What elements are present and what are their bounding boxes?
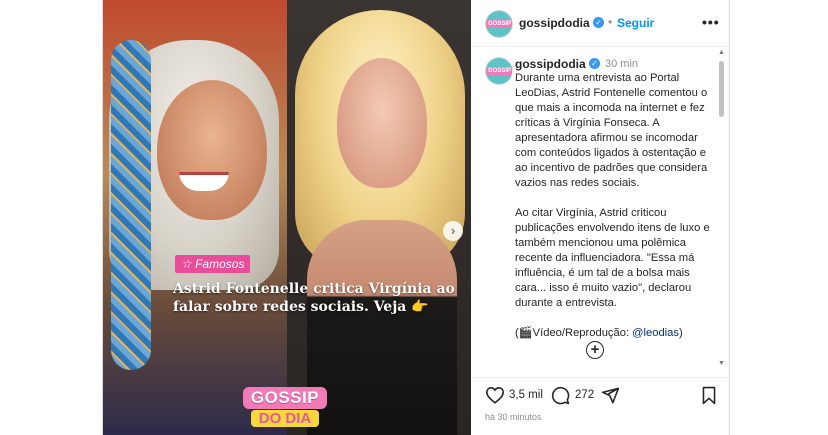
action-bar: 3,5 mil 272 há 30 minutos bbox=[471, 377, 729, 435]
add-comment-icon[interactable]: + bbox=[586, 341, 604, 359]
bookmark-icon[interactable] bbox=[701, 386, 717, 405]
media-headline: Astrid Fontenelle critica Virgínia ao fa… bbox=[173, 281, 455, 315]
mention-link[interactable]: @leodias bbox=[632, 327, 679, 339]
caption-text: Durante uma entrevista ao Portal LeoDias… bbox=[515, 71, 713, 356]
follow-button[interactable]: Seguir bbox=[617, 16, 654, 30]
post-time: 30 min bbox=[605, 58, 639, 70]
photo-astrid bbox=[103, 0, 287, 435]
instagram-post: ☆ Famosos Astrid Fontenelle critica Virg… bbox=[102, 0, 730, 435]
post-side-panel: GOSSIP gossipdodia ✓ • Seguir ••• GOSSIP… bbox=[471, 0, 729, 435]
credit-suffix: ) bbox=[678, 327, 683, 339]
scroll-up-arrow-icon[interactable]: ▲ bbox=[718, 49, 725, 56]
username-link[interactable]: gossipdodia bbox=[519, 16, 590, 30]
photo-virginia bbox=[287, 0, 471, 435]
post-header: GOSSIP gossipdodia ✓ • Seguir ••• bbox=[471, 0, 729, 47]
logo-text-top: GOSSIP bbox=[242, 387, 328, 409]
more-options-icon[interactable]: ••• bbox=[702, 14, 720, 30]
caption-paragraph-1: Durante uma entrevista ao Portal LeoDias… bbox=[515, 72, 708, 189]
face-shape bbox=[157, 80, 267, 220]
posted-time: há 30 minutos bbox=[485, 412, 542, 422]
post-media[interactable]: ☆ Famosos Astrid Fontenelle critica Virg… bbox=[103, 0, 471, 435]
caption-area[interactable]: GOSSIP gossipdodia ✓ 30 min Durante uma … bbox=[471, 47, 729, 377]
category-tag: ☆ Famosos bbox=[175, 255, 251, 273]
next-slide-button[interactable]: › bbox=[443, 221, 463, 241]
avatar[interactable]: GOSSIP bbox=[485, 10, 513, 38]
comment-icon[interactable] bbox=[551, 386, 570, 405]
logo-text-bottom: DO DIA bbox=[250, 410, 320, 427]
caption-username[interactable]: gossipdodia bbox=[515, 57, 586, 71]
caption-paragraph-2: Ao citar Virgínia, Astrid criticou publi… bbox=[515, 207, 710, 309]
face-shape bbox=[337, 58, 427, 188]
gossip-do-dia-logo: GOSSIP DO DIA bbox=[229, 387, 341, 435]
heart-icon[interactable] bbox=[485, 386, 505, 404]
share-icon[interactable] bbox=[601, 386, 620, 405]
caption-credit: (🎬Vídeo/Reprodução: @leodias) bbox=[515, 326, 713, 341]
likes-count[interactable]: 3,5 mil bbox=[509, 389, 543, 401]
avatar[interactable]: GOSSIP bbox=[485, 57, 513, 85]
verified-badge-icon: ✓ bbox=[593, 17, 604, 28]
verified-badge-icon: ✓ bbox=[589, 58, 600, 69]
scroll-down-arrow-icon[interactable]: ▼ bbox=[718, 360, 725, 367]
separator-dot: • bbox=[608, 15, 613, 29]
credit-prefix: (🎬Vídeo/Reprodução: bbox=[515, 327, 633, 339]
scrollbar-thumb[interactable] bbox=[719, 61, 724, 117]
scarf-shape bbox=[111, 40, 151, 370]
comments-count[interactable]: 272 bbox=[575, 389, 594, 401]
